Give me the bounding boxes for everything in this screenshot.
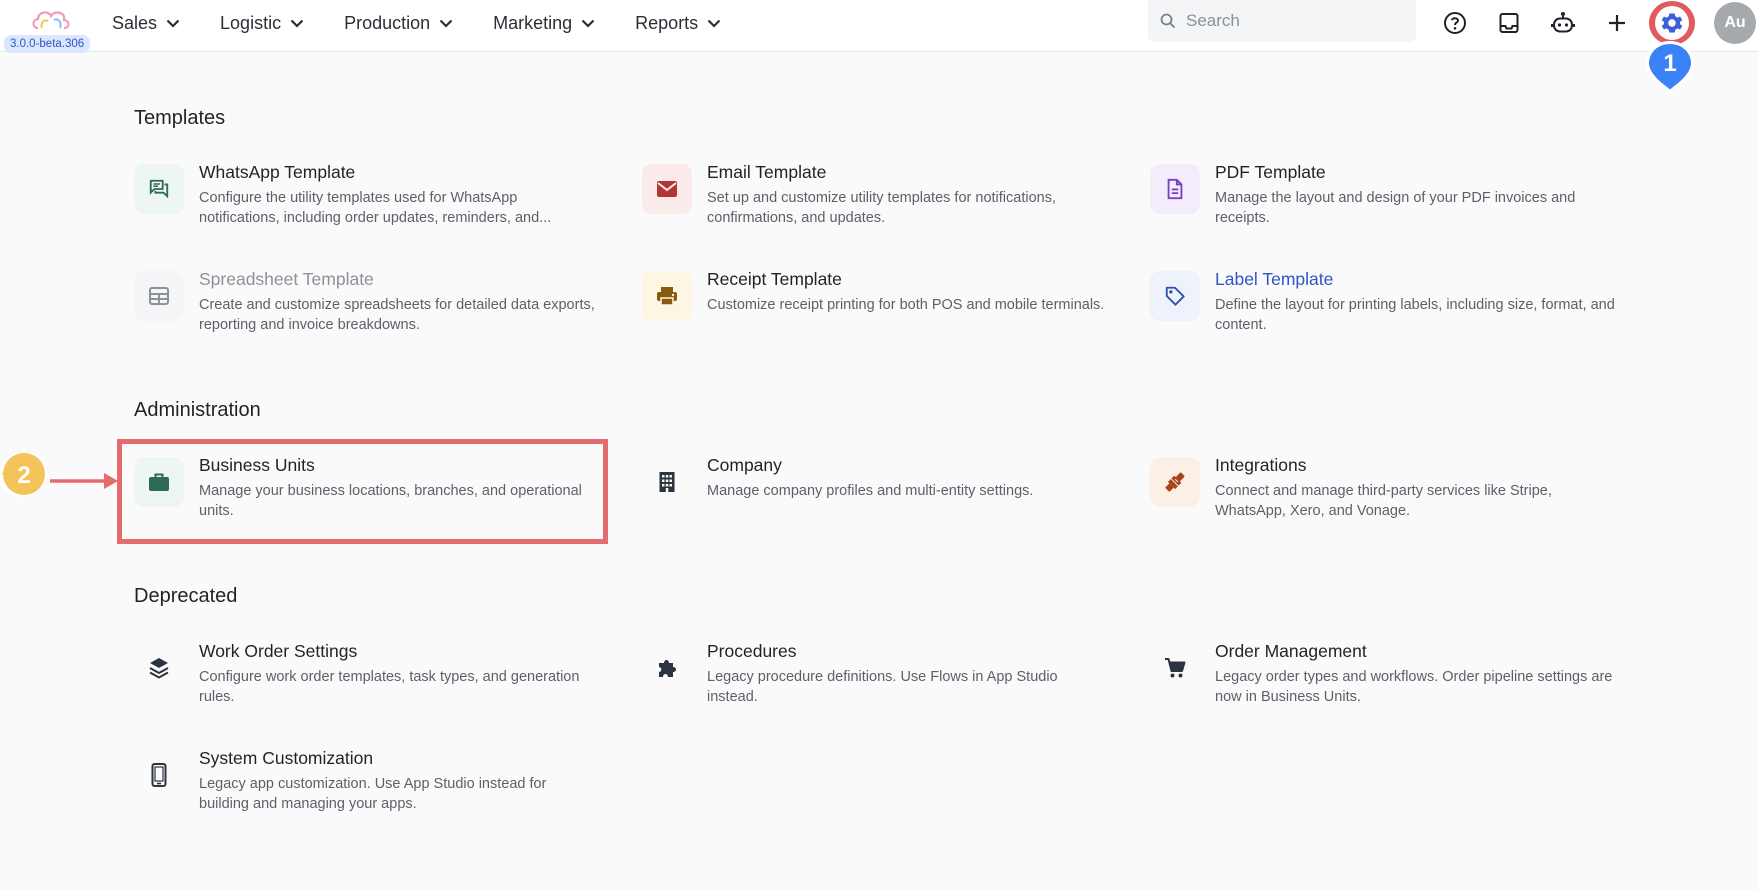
card-title: PDF Template <box>1215 162 1326 182</box>
puzzle-icon <box>642 643 692 693</box>
card-title: Procedures <box>707 641 797 661</box>
card-title: Label Template <box>1215 269 1334 289</box>
search-icon <box>1160 13 1176 29</box>
inbox-icon[interactable] <box>1495 9 1523 37</box>
nav-sales[interactable]: Sales <box>112 13 180 34</box>
search-box[interactable] <box>1148 0 1416 42</box>
top-bar: 3.0.0-beta.306 Sales Logistic Production… <box>0 0 1758 53</box>
card-description: Legacy order types and workflows. Order … <box>1215 669 1613 705</box>
card-title: Order Management <box>1215 641 1367 661</box>
nav-label: Reports <box>635 12 699 33</box>
tag-icon <box>1150 271 1200 321</box>
card-title: WhatsApp Template <box>199 162 356 182</box>
card-title: Spreadsheet Template <box>199 269 374 289</box>
card-title: Work Order Settings <box>199 641 358 661</box>
card-description: Manage the layout and design of your PDF… <box>1215 190 1576 226</box>
chevron-down-icon <box>290 19 304 28</box>
card-description: Define the layout for printing labels, i… <box>1215 297 1615 333</box>
search-input[interactable] <box>1186 11 1386 31</box>
nav-marketing[interactable]: Marketing <box>493 13 595 34</box>
card-description: Configure the utility templates used for… <box>199 190 552 226</box>
gear-icon <box>1655 6 1689 40</box>
card-description: Connect and manage third-party services … <box>1215 483 1552 519</box>
nav-label: Sales <box>112 12 158 33</box>
card-description: Legacy app customization. Use App Studio… <box>199 776 547 812</box>
card-email-template[interactable]: Email Template Set up and customize util… <box>638 162 1108 244</box>
nav-label: Logistic <box>220 12 282 33</box>
card-description: Set up and customize utility templates f… <box>707 190 1056 226</box>
card-work-order-settings[interactable]: Work Order Settings Configure work order… <box>130 641 600 723</box>
card-title: Company <box>707 455 782 475</box>
document-icon <box>1150 164 1200 214</box>
card-description: Legacy procedure definitions. Use Flows … <box>707 669 1058 705</box>
plug-icon <box>1150 457 1200 507</box>
highlight-box <box>117 439 608 544</box>
card-label-template[interactable]: Label Template Define the layout for pri… <box>1146 269 1616 351</box>
table-icon <box>134 271 184 321</box>
printer-icon <box>642 271 692 321</box>
card-description: Configure work order templates, task typ… <box>199 669 580 705</box>
card-spreadsheet-template[interactable]: Spreadsheet Template Create and customiz… <box>130 269 600 351</box>
step-marker-2: 2 <box>0 448 124 509</box>
chevron-down-icon <box>166 19 180 28</box>
nav-reports[interactable]: Reports <box>635 13 721 34</box>
robot-icon[interactable] <box>1549 9 1577 37</box>
section-title-deprecated: Deprecated <box>134 585 238 607</box>
phone-icon <box>134 750 184 800</box>
nav-label: Production <box>344 12 431 33</box>
card-description: Manage company profiles and multi-entity… <box>707 483 1034 499</box>
card-description: Create and customize spreadsheets for de… <box>199 297 595 333</box>
card-title: Receipt Template <box>707 269 842 289</box>
card-procedures[interactable]: Procedures Legacy procedure definitions.… <box>638 641 1108 723</box>
nav-production[interactable]: Production <box>344 13 453 34</box>
card-title: Email Template <box>707 162 827 182</box>
chevron-down-icon <box>707 19 721 28</box>
card-company[interactable]: Company Manage company profiles and mult… <box>638 455 1108 537</box>
main-nav: Sales Logistic Production Marketing Repo… <box>112 0 761 46</box>
nav-logistic[interactable]: Logistic <box>220 13 304 34</box>
card-whatsapp-template[interactable]: WhatsApp Template Configure the utility … <box>130 162 600 244</box>
card-pdf-template[interactable]: PDF Template Manage the layout and desig… <box>1146 162 1616 244</box>
nav-label: Marketing <box>493 12 573 33</box>
card-order-management[interactable]: Order Management Legacy order types and … <box>1146 641 1616 723</box>
section-title-templates: Templates <box>134 107 226 129</box>
marker-number: 1 <box>1663 50 1676 77</box>
app-logo[interactable]: 3.0.0-beta.306 <box>2 4 98 53</box>
avatar[interactable]: Au <box>1714 2 1756 44</box>
card-receipt-template[interactable]: Receipt Template Customize receipt print… <box>638 269 1108 351</box>
chevron-down-icon <box>581 19 595 28</box>
cart-icon <box>1150 643 1200 693</box>
avatar-initials: Au <box>1724 14 1746 31</box>
plus-icon[interactable] <box>1603 9 1631 37</box>
chat-icon <box>134 164 184 214</box>
building-icon <box>642 457 692 507</box>
card-title: System Customization <box>199 748 374 768</box>
card-title: Integrations <box>1215 455 1307 475</box>
marker-number: 2 <box>17 462 30 489</box>
layers-icon <box>134 643 184 693</box>
chevron-down-icon <box>439 19 453 28</box>
card-description: Customize receipt printing for both POS … <box>707 297 1105 313</box>
cloud-logo-icon <box>32 11 70 30</box>
section-title-administration: Administration <box>134 399 261 421</box>
help-circle-icon[interactable] <box>1441 9 1469 37</box>
card-system-customization[interactable]: System Customization Legacy app customiz… <box>130 748 600 830</box>
step-marker-1: 1 <box>1642 38 1698 101</box>
version-badge: 3.0.0-beta.306 <box>4 35 91 53</box>
mail-icon <box>642 164 692 214</box>
card-integrations[interactable]: Integrations Connect and manage third-pa… <box>1146 455 1616 537</box>
